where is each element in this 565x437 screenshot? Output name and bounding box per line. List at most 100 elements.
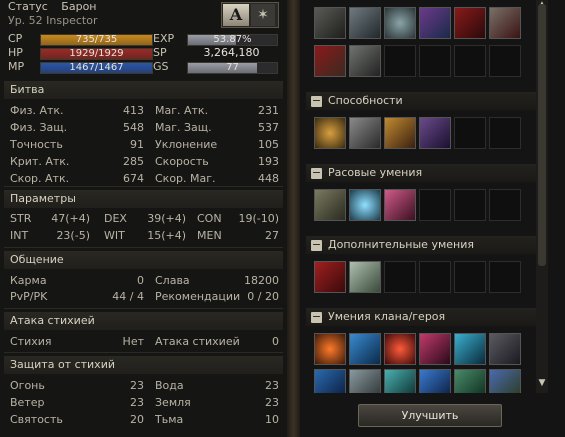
mp-bar: 1467/1467 — [40, 62, 153, 74]
empty-slot — [454, 45, 486, 77]
skill-icon[interactable] — [314, 7, 346, 39]
skill-icon[interactable] — [384, 7, 416, 39]
status-label: Статус — [8, 0, 48, 13]
category-additional[interactable]: − Дополнительные умения — [311, 237, 474, 253]
skill-icon[interactable] — [384, 333, 416, 365]
skill-icon[interactable] — [314, 261, 346, 293]
category-clan-hero[interactable]: − Умения клана/героя — [311, 309, 445, 325]
empty-slot — [454, 189, 486, 221]
stat-value: 23 — [265, 396, 279, 409]
improve-button[interactable]: Улучшить — [358, 404, 502, 427]
category-label: Дополнительные умения — [328, 238, 474, 251]
attack-elem-row: Атака стихией 0 — [155, 334, 279, 350]
skill-row-racial — [314, 189, 524, 227]
stat-value: 23(-5) — [56, 229, 90, 242]
scroll-down-icon[interactable]: ▼ — [536, 378, 548, 388]
stat-label: Атака стихией — [155, 335, 240, 348]
battle-stat-row: Уклонение 105 — [155, 137, 279, 153]
battle-stat-row: Физ. Атк. 413 — [10, 103, 144, 119]
skill-icon[interactable] — [349, 333, 381, 365]
stat-value: 47(+4) — [51, 212, 90, 225]
stat-value: 0 — [137, 274, 144, 287]
skill-icon[interactable] — [314, 45, 346, 77]
stat-value: 44 / 4 — [112, 290, 144, 303]
skill-icon[interactable] — [454, 333, 486, 365]
skill-icon[interactable] — [489, 333, 521, 365]
skill-icon[interactable] — [419, 333, 451, 365]
skill-icon[interactable] — [314, 369, 346, 393]
stat-label: Скор. Маг. — [155, 172, 216, 185]
clan-emblem[interactable]: A ✶ — [221, 2, 279, 28]
sp-label: SP — [153, 46, 167, 59]
hp-label: HP — [8, 46, 23, 59]
stat-label: STR — [10, 212, 32, 225]
skill-icon[interactable] — [349, 189, 381, 221]
collapse-icon[interactable]: − — [311, 167, 322, 179]
empty-slot — [489, 189, 521, 221]
defense-stat-row: Святость 20 — [10, 412, 144, 428]
param-stat: MEN 27 — [197, 228, 279, 244]
skill-icon[interactable] — [419, 7, 451, 39]
skill-row-additional — [314, 261, 524, 299]
sp-value: 3,264,180 — [203, 46, 260, 59]
empty-slot — [454, 261, 486, 293]
stat-value: 674 — [123, 172, 144, 185]
scroll-thumb[interactable] — [538, 4, 546, 266]
stat-label: WIT — [104, 229, 125, 242]
status-line: Статус Барон — [8, 0, 97, 14]
skill-icon[interactable] — [489, 369, 521, 393]
skill-icon[interactable] — [349, 261, 381, 293]
defense-stat-row: Земля 23 — [155, 395, 279, 411]
skill-icon[interactable] — [384, 117, 416, 149]
skill-icon[interactable] — [454, 7, 486, 39]
stat-label: Физ. Атк. — [10, 104, 64, 117]
category-abilities[interactable]: − Способности — [311, 93, 403, 109]
collapse-icon[interactable]: − — [311, 311, 322, 323]
stat-value: 548 — [123, 121, 144, 134]
collapse-icon[interactable]: − — [311, 239, 322, 251]
skill-icon[interactable] — [314, 333, 346, 365]
skill-icon[interactable] — [489, 7, 521, 39]
stat-label: Слава — [155, 274, 190, 287]
skill-icon[interactable] — [349, 117, 381, 149]
skill-icon[interactable] — [314, 189, 346, 221]
skill-icon[interactable] — [349, 45, 381, 77]
stat-label: Вода — [155, 379, 184, 392]
skill-icon[interactable] — [384, 189, 416, 221]
battle-stat-row: Маг. Атк. 231 — [155, 103, 279, 119]
battle-stat-row: Точность 91 — [10, 137, 144, 153]
skill-icon[interactable] — [349, 369, 381, 393]
defense-stat-row: Огонь 23 — [10, 378, 144, 394]
defense-stat-row: Тьма 10 — [155, 412, 279, 428]
grade-a-icon: A — [223, 4, 249, 26]
stat-label: PvP/PK — [10, 290, 48, 303]
stat-label: Крит. Атк. — [10, 155, 70, 168]
stat-value: 23 — [130, 396, 144, 409]
skill-icon[interactable] — [419, 117, 451, 149]
social-stat-row: Рекомендации 0 / 20 — [155, 289, 279, 305]
collapse-icon[interactable]: − — [311, 95, 322, 107]
category-label: Умения клана/героя — [328, 310, 446, 323]
stat-label: Маг. Атк. — [155, 104, 209, 117]
stat-label: Скорость — [155, 155, 209, 168]
skill-icon[interactable] — [314, 117, 346, 149]
panel-divider — [287, 0, 300, 437]
section-params: Параметры — [4, 190, 283, 208]
stat-label: Точность — [10, 138, 63, 151]
stat-label: INT — [10, 229, 29, 242]
skill-icon[interactable] — [454, 369, 486, 393]
stat-value: 193 — [258, 155, 279, 168]
stat-value: 0 — [272, 335, 279, 348]
skill-icon[interactable] — [419, 369, 451, 393]
stat-value: 285 — [123, 155, 144, 168]
divider — [4, 186, 283, 187]
skills-scrollbar[interactable]: ▲ ▼ — [536, 0, 548, 393]
skill-icon[interactable] — [384, 369, 416, 393]
skill-icon[interactable] — [349, 7, 381, 39]
level-line: Ур. 52 Inspector — [8, 14, 98, 27]
exp-label: EXP — [153, 32, 175, 45]
stat-label: Карма — [10, 274, 47, 287]
stat-value: 537 — [258, 121, 279, 134]
category-racial[interactable]: − Расовые умения — [311, 165, 422, 181]
crest-icon: ✶ — [251, 4, 275, 26]
